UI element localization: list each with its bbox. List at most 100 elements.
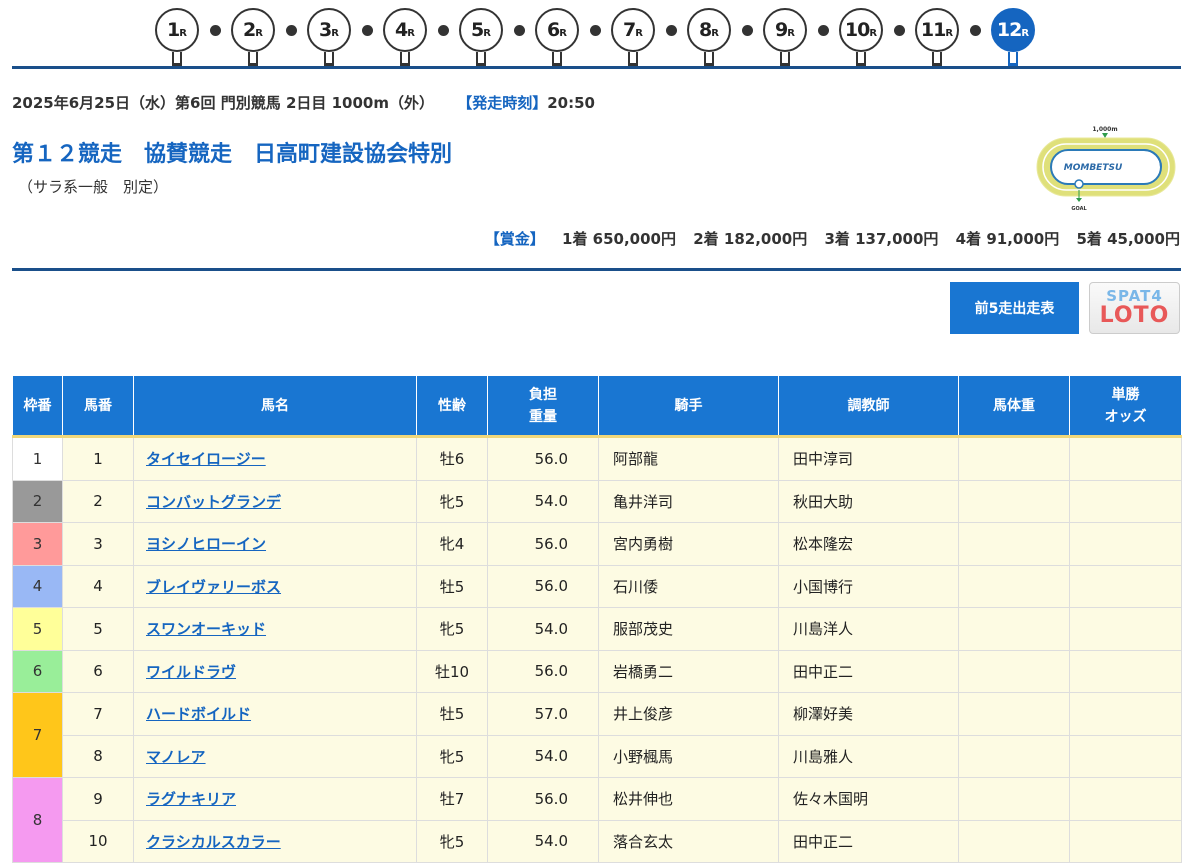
nav-separator-dot xyxy=(742,25,753,36)
jockey-cell: 亀井洋司 xyxy=(598,479,779,523)
horse-name-link[interactable]: ブレイヴァリーボス xyxy=(146,578,281,596)
race-number: 2 xyxy=(243,19,256,41)
start-time: 20:50 xyxy=(547,94,595,112)
jockey-cell: 落合玄太 xyxy=(598,819,779,863)
body-weight-cell xyxy=(958,777,1070,821)
race-7r-button[interactable]: 7R xyxy=(611,8,655,66)
race-button-stem xyxy=(856,52,866,66)
race-suffix: R xyxy=(483,28,491,39)
race-12r-button[interactable]: 12R xyxy=(991,8,1035,66)
horse-name-cell: タイセイロージー xyxy=(133,436,417,481)
race-8r-button[interactable]: 8R xyxy=(687,8,731,66)
horse-number-cell: 1 xyxy=(62,436,134,481)
horse-number-cell: 3 xyxy=(62,522,134,566)
body-weight-cell xyxy=(958,564,1070,608)
sex-age-cell: 牡5 xyxy=(416,564,488,608)
header-divider xyxy=(12,66,1181,69)
horse-name-link[interactable]: タイセイロージー xyxy=(146,450,266,468)
sex-age-cell: 牡6 xyxy=(416,436,488,481)
race-1r-button[interactable]: 1R xyxy=(155,8,199,66)
col-umaban: 馬番 xyxy=(62,375,134,437)
prize-3rd: 3着 137,000円 xyxy=(824,230,939,248)
nav-separator-dot xyxy=(210,25,221,36)
horse-name-link[interactable]: マノレア xyxy=(146,748,206,766)
nav-separator-dot xyxy=(590,25,601,36)
jockey-cell: 岩橋勇二 xyxy=(598,649,779,693)
col-horse-name: 馬名 xyxy=(133,375,417,437)
race-number-nav: 1R 2R 3R 4R 5R 6R 7R 8R 9R 10R 11R 12R xyxy=(0,0,1192,68)
race-suffix: R xyxy=(179,28,187,39)
spat4-loto-banner[interactable]: SPAT4 LOTO xyxy=(1089,282,1180,334)
col-body-weight: 馬体重 xyxy=(958,375,1070,437)
table-row: 8 9 ラグナキリア 牡7 56.0 松井伸也 佐々木国明 xyxy=(12,777,1182,863)
horse-name-link[interactable]: ハードボイルド xyxy=(146,705,251,723)
race-button-stem xyxy=(704,52,714,66)
horse-name-link[interactable]: スワンオーキッド xyxy=(146,620,266,638)
horse-name-link[interactable]: コンバットグランデ xyxy=(146,493,281,511)
race-button-stem xyxy=(628,52,638,66)
race-number: 5 xyxy=(471,19,484,41)
waku-number-cell: 5 xyxy=(12,607,63,651)
horse-name-link[interactable]: ラグナキリア xyxy=(146,790,236,808)
horse-name-link[interactable]: クラシカルスカラー xyxy=(146,833,281,851)
jockey-cell: 阿部龍 xyxy=(598,436,779,481)
horse-number-cell: 7 xyxy=(62,692,134,736)
prev-5-races-button[interactable]: 前5走出走表 xyxy=(950,282,1079,334)
horse-name-cell: ラグナキリア xyxy=(133,777,417,821)
jockey-cell: 服部茂史 xyxy=(598,607,779,651)
race-10r-button[interactable]: 10R xyxy=(839,8,883,66)
course-map: 1,000m MOMBETSU GOAL xyxy=(1036,126,1176,212)
jockey-cell: 石川倭 xyxy=(598,564,779,608)
course-distance: 1,000m xyxy=(1092,126,1117,133)
race-5r-button[interactable]: 5R xyxy=(459,8,503,66)
nav-separator-dot xyxy=(514,25,525,36)
weight-cell: 56.0 xyxy=(487,564,599,608)
waku-number-cell: 2 xyxy=(12,479,63,523)
table-row: 5 5 スワンオーキッド 牝5 54.0 服部茂史 川島洋人 xyxy=(12,607,1182,651)
win-odds-cell xyxy=(1069,649,1182,693)
race-6r-button[interactable]: 6R xyxy=(535,8,579,66)
weight-cell: 54.0 xyxy=(487,607,599,651)
horse-number-cell: 8 xyxy=(62,734,134,778)
nav-separator-dot xyxy=(438,25,449,36)
col-waku: 枠番 xyxy=(12,375,63,437)
weight-cell: 54.0 xyxy=(487,734,599,778)
horse-name-cell: スワンオーキッド xyxy=(133,607,417,651)
nav-separator-dot xyxy=(362,25,373,36)
prize-5th: 5着 45,000円 xyxy=(1076,230,1180,248)
weight-cell: 56.0 xyxy=(487,522,599,566)
trainer-cell: 小国博行 xyxy=(778,564,959,608)
horse-number-cell: 2 xyxy=(62,479,134,523)
horse-name-link[interactable]: ヨシノヒローイン xyxy=(146,535,266,553)
table-row: 3 3 ヨシノヒローイン 牝4 56.0 宮内勇樹 松本隆宏 xyxy=(12,522,1182,566)
race-9r-button[interactable]: 9R xyxy=(763,8,807,66)
race-button-stem xyxy=(780,52,790,66)
trainer-cell: 川島雅人 xyxy=(778,734,959,778)
horse-name-link[interactable]: ワイルドラヴ xyxy=(146,663,236,681)
win-odds-cell xyxy=(1069,564,1182,608)
race-suffix: R xyxy=(255,28,263,39)
race-3r-button[interactable]: 3R xyxy=(307,8,351,66)
body-weight-cell xyxy=(958,522,1070,566)
race-number: 3 xyxy=(319,19,332,41)
horse-name-cell: コンバットグランデ xyxy=(133,479,417,523)
table-row: 1 1 タイセイロージー 牡6 56.0 阿部龍 田中淳司 xyxy=(12,436,1182,481)
race-number: 4 xyxy=(395,19,408,41)
race-number: 8 xyxy=(699,19,712,41)
prize-1st: 1着 650,000円 xyxy=(562,230,676,248)
race-4r-button[interactable]: 4R xyxy=(383,8,427,66)
race-2r-button[interactable]: 2R xyxy=(231,8,275,66)
race-suffix: R xyxy=(787,28,795,39)
race-number: 10 xyxy=(844,19,870,41)
race-suffix: R xyxy=(869,28,878,39)
col-sex-age: 性齢 xyxy=(416,375,488,437)
race-button-stem xyxy=(1008,52,1018,66)
waku-number-cell: 3 xyxy=(12,522,63,566)
race-meta: 2025年6月25日（水）第6回 門別競馬 2日目 1000m（外） 【発走時刻… xyxy=(12,92,595,113)
race-11r-button[interactable]: 11R xyxy=(915,8,959,66)
prize-money: 【賞金】 1着 650,000円 2着 182,000円 3着 137,000円… xyxy=(485,228,1180,249)
weight-cell: 54.0 xyxy=(487,479,599,523)
body-weight-cell xyxy=(958,479,1070,523)
body-weight-cell xyxy=(958,607,1070,651)
loto-logo-text: LOTO xyxy=(1099,303,1170,328)
